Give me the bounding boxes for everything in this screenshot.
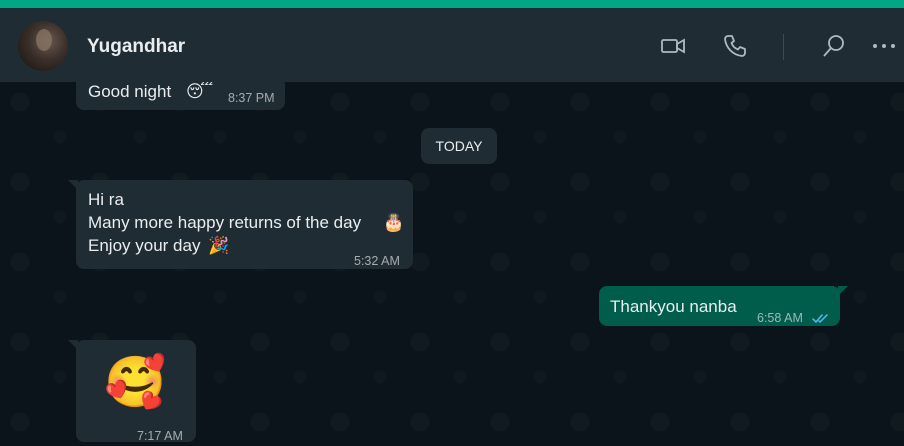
voice-call-icon[interactable] [722,33,748,59]
message-text-line: Many more happy returns of the day [88,213,362,232]
read-receipt-icon [812,307,830,324]
message-bubble-incoming[interactable]: 🥰 7:17 AM [68,340,196,443]
chat-header: Yugandhar [0,8,904,82]
date-separator: TODAY [421,128,497,164]
message-bubble-incoming[interactable]: Hi ra Many more happy returns of the day… [68,180,413,269]
contact-avatar[interactable] [18,21,68,71]
smiling-face-with-hearts-emoji: 🥰 [104,353,167,411]
message-text-line: Enjoy your day [88,236,201,255]
message-text-line: Hi ra [88,190,124,209]
message-bubble-outgoing[interactable]: Thankyou nanba 6:58 AM [599,286,848,326]
message-text: Good night [88,82,172,101]
message-bubble-incoming[interactable]: Good night 😴 8:37 PM [76,82,285,110]
message-time: 8:37 PM [228,91,275,105]
search-icon[interactable] [821,33,847,59]
contact-name[interactable]: Yugandhar [87,36,185,58]
message-time: 6:58 AM [757,311,803,325]
video-call-icon[interactable] [660,33,686,59]
message-time: 7:17 AM [137,429,183,443]
sleeping-face-emoji: 😴 [186,82,214,102]
header-divider [783,34,784,60]
birthday-cake-emoji: 🎂 [383,213,405,233]
message-time: 5:32 AM [354,254,400,268]
message-text: Thankyou nanba [610,297,737,316]
message-list[interactable]: Good night 😴 8:37 PM TODAY Hi ra Many mo… [0,82,904,446]
party-popper-emoji: 🎉 [208,236,230,256]
menu-icon[interactable] [871,33,897,59]
top-accent-bar [0,0,904,8]
